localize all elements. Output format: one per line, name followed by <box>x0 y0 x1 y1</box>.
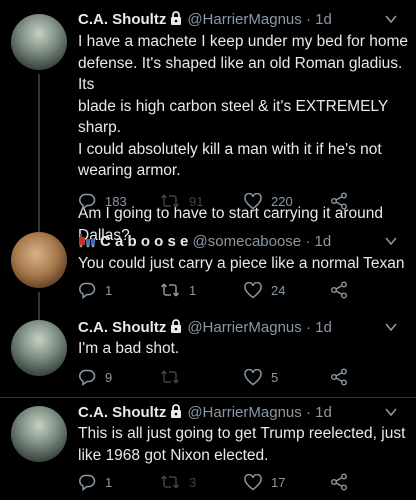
tweet[interactable]: C a b o o s e @somecaboose · 1d You coul… <box>0 228 416 316</box>
retweet-icon <box>160 281 180 299</box>
reply-icon <box>78 192 96 210</box>
like-count: 5 <box>271 369 279 385</box>
avatar[interactable] <box>11 406 67 462</box>
display-name[interactable]: C.A. Shoultz <box>78 319 166 336</box>
separator-dot: · <box>305 404 311 421</box>
chevron-down-icon[interactable] <box>384 320 398 340</box>
text-line: I have a machete I keep under my bed for… <box>78 33 408 50</box>
tweet-header: C a b o o s e @somecaboose · 1d <box>78 232 406 252</box>
tweet-header: C.A. Shoultz @HarrierMagnus · 1d <box>78 403 406 423</box>
display-name[interactable]: C.A. Shoultz <box>78 11 166 28</box>
lock-icon <box>169 404 183 425</box>
timestamp[interactable]: 1d <box>315 11 332 28</box>
retweet-button[interactable]: 1 <box>160 279 196 301</box>
tweet[interactable]: C.A. Shoultz @HarrierMagnus · 1d I have a… <box>0 0 416 244</box>
share-button[interactable] <box>330 471 348 493</box>
text-line: This is all just going to get Trump reel… <box>78 425 406 442</box>
handle[interactable]: @HarrierMagnus <box>187 404 301 421</box>
heart-icon <box>244 473 262 491</box>
chevron-down-icon[interactable] <box>384 12 398 32</box>
tweet-text: I have a machete I keep under my bed for… <box>78 31 408 246</box>
retweet-icon <box>160 473 180 491</box>
share-button[interactable] <box>330 190 348 212</box>
chevron-down-icon[interactable] <box>384 234 398 254</box>
like-count: 24 <box>271 282 286 298</box>
text-line: wearing armor. <box>78 162 181 179</box>
handle[interactable]: @HarrierMagnus <box>187 11 301 28</box>
separator-dot: · <box>305 233 311 250</box>
reply-icon <box>78 368 96 386</box>
like-button[interactable]: 24 <box>244 279 285 301</box>
retweet-count: 1 <box>189 282 197 298</box>
retweet-count: 3 <box>189 474 197 490</box>
like-button[interactable]: 220 <box>244 190 293 212</box>
retweet-icon <box>160 368 180 386</box>
heart-icon <box>244 281 262 299</box>
like-button[interactable]: 5 <box>244 366 278 388</box>
retweet-button[interactable]: 3 <box>160 471 196 493</box>
handle[interactable]: @somecaboose <box>193 233 302 250</box>
share-icon <box>330 368 348 386</box>
avatar[interactable] <box>11 14 67 70</box>
like-button[interactable]: 17 <box>244 471 285 493</box>
tweet-header: C.A. Shoultz @HarrierMagnus · 1d <box>78 10 406 30</box>
thread-line <box>38 292 40 316</box>
reply-button[interactable]: 183 <box>78 190 127 212</box>
reply-button[interactable]: 1 <box>78 471 112 493</box>
reply-button[interactable]: 1 <box>78 279 112 301</box>
retweet-count: 91 <box>189 193 204 209</box>
timestamp[interactable]: 1d <box>315 404 332 421</box>
handle[interactable]: @HarrierMagnus <box>187 319 301 336</box>
text-line: You could just carry a piece like a norm… <box>78 255 405 272</box>
timestamp[interactable]: 1d <box>315 319 332 336</box>
heart-icon <box>244 192 262 210</box>
tweet-actions: 1 3 17 <box>78 471 378 493</box>
reply-button[interactable]: 9 <box>78 366 112 388</box>
tweet-actions: 9 5 <box>78 366 378 388</box>
heart-icon <box>244 368 262 386</box>
share-button[interactable] <box>330 279 348 301</box>
avatar[interactable] <box>11 232 67 288</box>
tweet-header: C.A. Shoultz @HarrierMagnus · 1d <box>78 318 406 338</box>
like-count: 17 <box>271 474 286 490</box>
tweet-text: This is all just going to get Trump reel… <box>78 423 408 466</box>
share-icon <box>330 281 348 299</box>
timestamp[interactable]: 1d <box>315 233 332 250</box>
retweet-button[interactable]: 91 <box>160 190 203 212</box>
retweet-icon <box>160 192 180 210</box>
separator-dot: · <box>305 11 311 28</box>
display-name[interactable]: C.A. Shoultz <box>78 404 166 421</box>
tweet-actions: 183 91 220 <box>78 190 378 212</box>
share-button[interactable] <box>330 366 348 388</box>
tweet[interactable]: C.A. Shoultz @HarrierMagnus · 1d I'm a ba… <box>0 316 416 396</box>
tweet[interactable]: C.A. Shoultz @HarrierMagnus · 1d This is … <box>0 398 416 500</box>
share-icon <box>330 473 348 491</box>
text-line: I could absolutely kill a man with it if… <box>78 140 382 158</box>
text-line: blade is high carbon steel & it's EXTREM… <box>78 97 388 137</box>
tweet-text: I'm a bad shot. <box>78 338 408 360</box>
reply-icon <box>78 473 96 491</box>
reply-count: 183 <box>105 193 127 209</box>
separator-dot: · <box>305 319 311 336</box>
tweet-actions: 1 1 24 <box>78 279 378 301</box>
like-count: 220 <box>271 193 293 209</box>
reply-icon <box>78 281 96 299</box>
thread-line <box>38 74 40 228</box>
lock-icon <box>169 319 183 340</box>
avatar[interactable] <box>11 320 67 376</box>
train-icon <box>78 233 96 254</box>
reply-count: 1 <box>105 474 113 490</box>
lock-icon <box>169 11 183 32</box>
reply-count: 9 <box>105 369 113 385</box>
text-line: I'm a bad shot. <box>78 340 180 357</box>
display-name[interactable]: C a b o o s e <box>100 233 188 250</box>
retweet-button[interactable] <box>160 366 189 388</box>
chevron-down-icon[interactable] <box>384 405 398 425</box>
tweet-text: You could just carry a piece like a norm… <box>78 253 408 275</box>
reply-count: 1 <box>105 282 113 298</box>
text-line: defense. It's shaped like an old Roman g… <box>78 54 403 94</box>
share-icon <box>330 192 348 210</box>
text-line: like 1968 got Nixon elected. <box>78 446 269 464</box>
